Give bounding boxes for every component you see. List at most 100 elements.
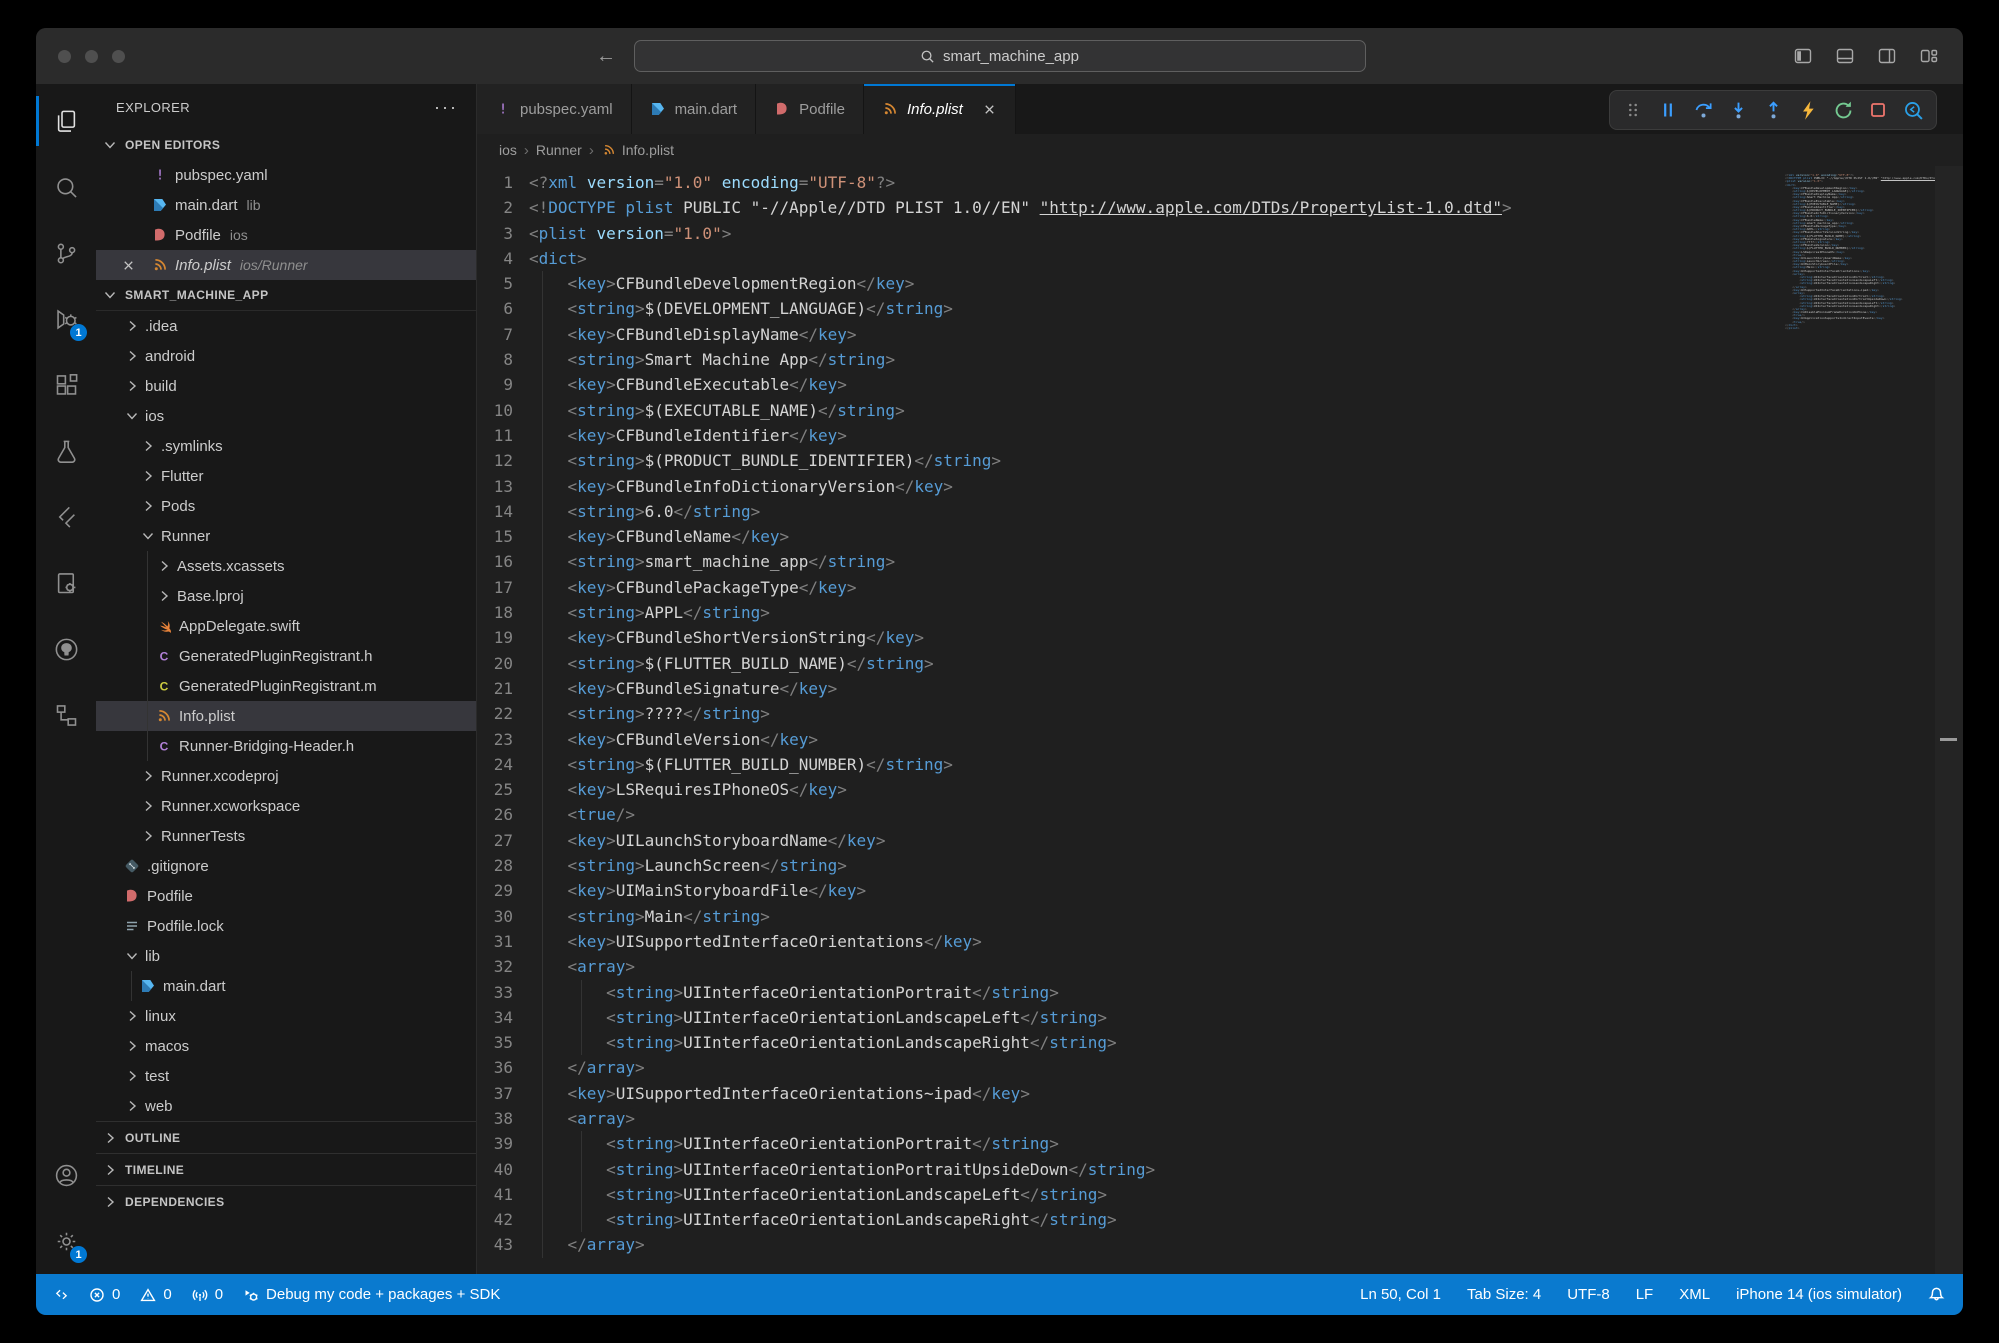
layout-panel-icon[interactable]	[1835, 46, 1855, 66]
tree-row[interactable]: lib	[96, 941, 476, 971]
tree-row[interactable]: main.dart	[96, 971, 476, 1001]
activity-item-extensions[interactable]	[36, 352, 96, 418]
close-window-button[interactable]	[58, 50, 71, 63]
activity-item-testing[interactable]	[36, 418, 96, 484]
close-icon[interactable]	[982, 102, 997, 117]
activity-item-search[interactable]	[36, 154, 96, 220]
status-xml[interactable]: XML	[1679, 1286, 1710, 1303]
tree-row[interactable]: android	[96, 341, 476, 371]
open-editor-row[interactable]: Info.plistios/Runner	[96, 250, 476, 280]
tree-row[interactable]: test	[96, 1061, 476, 1091]
code-text: </array>	[529, 1235, 645, 1254]
status-bell[interactable]	[1928, 1286, 1945, 1303]
line-number: 34	[477, 1005, 513, 1030]
status-radio-tower[interactable]: 0	[192, 1286, 223, 1303]
minimap[interactable]: <?xml version="1.0" encoding="UTF-8"?><!…	[1785, 174, 1935, 330]
section-dependencies[interactable]: DEPENDENCIES	[96, 1185, 476, 1217]
tree-row[interactable]: CGeneratedPluginRegistrant.m	[96, 671, 476, 701]
activity-item-account[interactable]	[36, 1142, 96, 1208]
tree-row[interactable]: Runner.xcodeproj	[96, 761, 476, 791]
open-editor-row[interactable]: !pubspec.yaml	[96, 160, 476, 190]
tree-row[interactable]: web	[96, 1091, 476, 1121]
tree-row[interactable]: Podfile	[96, 881, 476, 911]
project-section-header[interactable]: SMART_MACHINE_APP	[96, 280, 476, 311]
status-utf-8[interactable]: UTF-8	[1567, 1286, 1610, 1303]
activity-item-github[interactable]	[36, 616, 96, 682]
hot-reload-button[interactable]	[1795, 97, 1821, 123]
tree-row[interactable]: CGeneratedPluginRegistrant.h	[96, 641, 476, 671]
tree-row[interactable]: linux	[96, 1001, 476, 1031]
minimize-window-button[interactable]	[85, 50, 98, 63]
status-remote[interactable]	[54, 1287, 69, 1302]
tree-row[interactable]: .idea	[96, 311, 476, 341]
editor-scrollbar[interactable]	[1935, 166, 1963, 1274]
status-ln[interactable]: Ln 50, Col 1	[1360, 1286, 1441, 1303]
status-error[interactable]: 0	[89, 1286, 120, 1303]
tree-row[interactable]: Info.plist	[96, 701, 476, 731]
tab-podfile[interactable]: Podfile	[756, 84, 864, 134]
stop-button[interactable]	[1865, 97, 1891, 123]
tree-row[interactable]: RunnerTests	[96, 821, 476, 851]
status-tab[interactable]: Tab Size: 4	[1467, 1286, 1541, 1303]
layout-sidebar-right-icon[interactable]	[1877, 46, 1897, 66]
back-arrow-icon[interactable]: ←	[596, 45, 616, 68]
line-number: 35	[477, 1030, 513, 1055]
inspector-button[interactable]	[1900, 97, 1926, 123]
grip-icon[interactable]	[1620, 97, 1646, 123]
status-debug[interactable]: Debug my code + packages + SDK	[243, 1286, 500, 1303]
activity-item-explorer[interactable]	[36, 88, 96, 154]
tab-info-plist[interactable]: Info.plist	[864, 84, 1016, 134]
layout-customize-icon[interactable]	[1919, 46, 1939, 66]
layout-sidebar-left-icon[interactable]	[1793, 46, 1813, 66]
tree-row[interactable]: .gitignore	[96, 851, 476, 881]
line-number: 40	[477, 1157, 513, 1182]
tree-row[interactable]: Flutter	[96, 461, 476, 491]
activity-item-flutter[interactable]	[36, 484, 96, 550]
open-editor-row[interactable]: Podfileios	[96, 220, 476, 250]
breadcrumb-item[interactable]: Runner	[536, 142, 582, 158]
tree-row[interactable]: macos	[96, 1031, 476, 1061]
breadcrumb-item[interactable]: ios	[499, 142, 517, 158]
tree-row[interactable]: ios	[96, 401, 476, 431]
code-editor[interactable]: 1<?xml version="1.0" encoding="UTF-8"?>2…	[477, 166, 1963, 1274]
step-out-button[interactable]	[1760, 97, 1786, 123]
tab-pubspec-yaml[interactable]: !pubspec.yaml	[477, 84, 632, 134]
activity-item-references[interactable]	[36, 682, 96, 748]
step-into-button[interactable]	[1725, 97, 1751, 123]
pause-button[interactable]	[1655, 97, 1681, 123]
tree-row[interactable]: Runner.xcworkspace	[96, 791, 476, 821]
zoom-window-button[interactable]	[112, 50, 125, 63]
status-warning[interactable]: 0	[140, 1286, 171, 1303]
activity-item-settings[interactable]: 1	[36, 1208, 96, 1274]
breadcrumb-item[interactable]: Info.plist	[601, 142, 674, 158]
svg-text:C: C	[160, 739, 169, 753]
activity-item-run-debug[interactable]: 1	[36, 286, 96, 352]
close-icon[interactable]	[120, 257, 136, 273]
status-lf[interactable]: LF	[1636, 1286, 1654, 1303]
activity-item-project-manager[interactable]	[36, 550, 96, 616]
tree-row[interactable]: Podfile.lock	[96, 911, 476, 941]
step-over-button[interactable]	[1690, 97, 1716, 123]
tree-row[interactable]: AppDelegate.swift	[96, 611, 476, 641]
editor-group: !pubspec.yamlmain.dartPodfileInfo.plist …	[477, 84, 1963, 1274]
open-editors-header[interactable]: OPEN EDITORS	[96, 130, 476, 160]
section-timeline[interactable]: TIMELINE	[96, 1153, 476, 1185]
tree-row[interactable]: Assets.xcassets	[96, 551, 476, 581]
tree-row[interactable]: build	[96, 371, 476, 401]
line-number: 39	[477, 1131, 513, 1156]
tree-row[interactable]: .symlinks	[96, 431, 476, 461]
tab-main-dart[interactable]: main.dart	[632, 84, 757, 134]
tree-row[interactable]: Runner	[96, 521, 476, 551]
status-iphone[interactable]: iPhone 14 (ios simulator)	[1736, 1286, 1902, 1303]
code-text: <dict>	[529, 249, 587, 268]
section-outline[interactable]: OUTLINE	[96, 1121, 476, 1153]
more-actions-icon[interactable]: ···	[434, 97, 458, 118]
command-center-search[interactable]: smart_machine_app	[634, 40, 1366, 72]
tree-row[interactable]: Base.lproj	[96, 581, 476, 611]
tree-row[interactable]: Pods	[96, 491, 476, 521]
activity-item-source-control[interactable]	[36, 220, 96, 286]
open-editor-row[interactable]: main.dartlib	[96, 190, 476, 220]
code-line: 20 <string>$(FLUTTER_BUILD_NAME)</string…	[477, 651, 1785, 676]
tree-row[interactable]: CRunner-Bridging-Header.h	[96, 731, 476, 761]
restart-button[interactable]	[1830, 97, 1856, 123]
